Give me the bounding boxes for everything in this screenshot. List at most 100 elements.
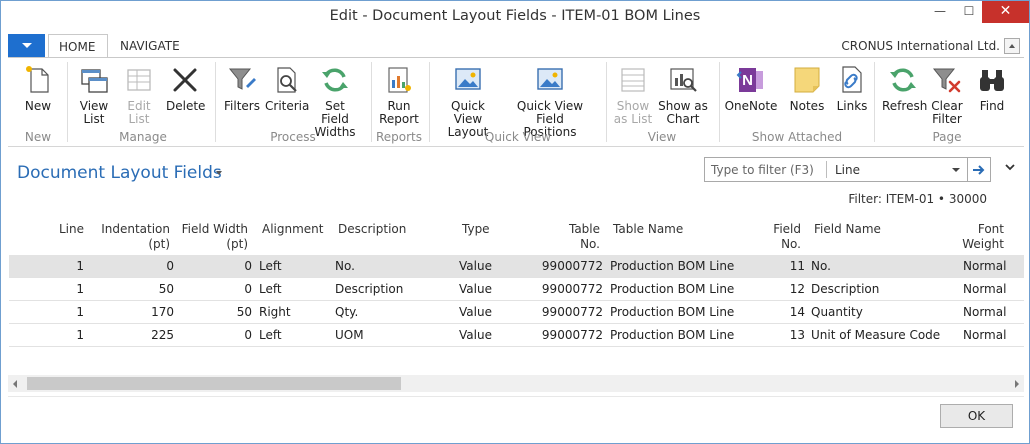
scroll-right-icon[interactable] <box>1015 380 1019 388</box>
set-field-widths-button[interactable]: Set Field Widths <box>310 64 360 139</box>
cell-table-name[interactable]: Production BOM Line <box>610 305 734 319</box>
column-header-field-width[interactable]: Field Width (pt) <box>178 222 248 252</box>
cell-field-width[interactable]: 0 <box>178 259 252 273</box>
cell-field-name[interactable]: Unit of Measure Code <box>811 328 940 342</box>
cell-table-no[interactable]: 99000772 <box>535 259 603 273</box>
cell-line[interactable]: 1 <box>48 305 84 319</box>
cell-field-no[interactable]: 13 <box>769 328 805 342</box>
tab-home[interactable]: HOME <box>48 34 108 58</box>
table-row[interactable]: 1 225 0 Left UOM Value 99000772 Producti… <box>9 324 1024 347</box>
column-header-type[interactable]: Type <box>462 222 512 237</box>
cell-font-weight[interactable]: Normal <box>963 305 1006 319</box>
cell-description[interactable]: UOM <box>335 328 364 342</box>
cell-table-name[interactable]: Production BOM Line <box>610 328 734 342</box>
show-as-list-button[interactable]: Show as List <box>613 64 653 126</box>
quick-view-layout-button[interactable]: Quick View Layout <box>436 64 500 139</box>
scrollbar-thumb[interactable] <box>27 377 401 390</box>
clear-filter-button[interactable]: Clear Filter <box>929 64 965 126</box>
view-list-button[interactable]: View List <box>76 64 112 126</box>
header-text: Table <box>568 222 600 236</box>
filters-button[interactable]: Filters <box>224 64 260 113</box>
cell-font-weight[interactable]: Normal <box>963 259 1006 273</box>
table-row[interactable]: 1 0 0 Left No. Value 99000772 Production… <box>9 255 1024 278</box>
close-button[interactable]: ✕ <box>982 1 1029 23</box>
chevron-down-icon[interactable] <box>216 171 222 175</box>
table-row[interactable]: 1 50 0 Left Description Value 99000772 P… <box>9 278 1024 301</box>
cell-line[interactable]: 1 <box>48 282 84 296</box>
cell-font-weight[interactable]: Normal <box>963 328 1006 342</box>
column-header-field-no[interactable]: Field No. <box>758 222 801 252</box>
cell-alignment[interactable]: Left <box>259 259 282 273</box>
expand-chevron-icon[interactable] <box>1004 162 1016 172</box>
cell-field-no[interactable]: 12 <box>769 282 805 296</box>
ok-button[interactable]: OK <box>940 404 1013 428</box>
cell-alignment[interactable]: Right <box>259 305 291 319</box>
cell-field-no[interactable]: 14 <box>769 305 805 319</box>
cell-description[interactable]: Description <box>335 282 403 296</box>
cell-description[interactable]: Qty. <box>335 305 358 319</box>
minimize-button[interactable]: — <box>926 1 954 23</box>
delete-button[interactable]: Delete <box>166 64 205 113</box>
criteria-button[interactable]: Criteria <box>265 64 309 113</box>
filter-search-box[interactable]: Type to filter (F3) Line <box>704 157 968 182</box>
application-menu-button[interactable] <box>8 34 45 57</box>
table-row[interactable]: 1 170 50 Right Qty. Value 99000772 Produ… <box>9 301 1024 324</box>
apply-filter-button[interactable] <box>967 157 991 182</box>
column-header-indentation[interactable]: Indentation (pt) <box>100 222 170 252</box>
cell-line[interactable]: 1 <box>48 259 84 273</box>
links-button[interactable]: Links <box>834 64 870 113</box>
cell-alignment[interactable]: Left <box>259 328 282 342</box>
show-as-chart-button[interactable]: Show as Chart <box>658 64 708 126</box>
filter-field-select[interactable]: Line <box>835 163 860 177</box>
cell-font-weight[interactable]: Normal <box>963 282 1006 296</box>
cell-alignment[interactable]: Left <box>259 282 282 296</box>
column-header-description[interactable]: Description <box>338 222 428 237</box>
column-header-table-no[interactable]: Table No. <box>538 222 600 252</box>
column-header-table-name[interactable]: Table Name <box>613 222 733 237</box>
cell-table-name[interactable]: Production BOM Line <box>610 259 734 273</box>
collapse-ribbon-button[interactable] <box>1004 38 1020 54</box>
cell-description[interactable]: No. <box>335 259 355 273</box>
quick-view-field-positions-button[interactable]: Quick View Field Positions <box>504 64 596 139</box>
cell-type[interactable]: Value <box>459 328 492 342</box>
cell-field-width[interactable]: 50 <box>178 305 252 319</box>
new-button[interactable]: New <box>22 64 54 113</box>
cell-field-name[interactable]: Quantity <box>811 305 863 319</box>
cell-table-name[interactable]: Production BOM Line <box>610 282 734 296</box>
cell-field-width[interactable]: 0 <box>178 328 252 342</box>
cell-indentation[interactable]: 0 <box>100 259 174 273</box>
onenote-button[interactable]: N OneNote <box>724 64 778 113</box>
column-header-line[interactable]: Line <box>48 222 84 237</box>
link-icon <box>836 64 868 96</box>
cell-line[interactable]: 1 <box>48 328 84 342</box>
page-title[interactable]: Document Layout Fields <box>17 163 222 183</box>
chevron-down-icon[interactable] <box>952 168 960 172</box>
maximize-button[interactable]: ☐ <box>955 1 983 23</box>
cell-field-no[interactable]: 11 <box>769 259 805 273</box>
tab-navigate[interactable]: NAVIGATE <box>110 34 190 58</box>
cell-type[interactable]: Value <box>459 282 492 296</box>
company-name: CRONUS International Ltd. <box>841 39 1000 53</box>
cell-indentation[interactable]: 225 <box>100 328 174 342</box>
cell-type[interactable]: Value <box>459 305 492 319</box>
cell-field-name[interactable]: No. <box>811 259 831 273</box>
cell-field-width[interactable]: 0 <box>178 282 252 296</box>
cell-field-name[interactable]: Description <box>811 282 879 296</box>
cell-indentation[interactable]: 50 <box>100 282 174 296</box>
refresh-button[interactable]: Refresh <box>882 64 927 113</box>
cell-table-no[interactable]: 99000772 <box>535 282 603 296</box>
column-header-font-weight[interactable]: Font Weight <box>958 222 1004 252</box>
cell-table-no[interactable]: 99000772 <box>535 305 603 319</box>
cell-indentation[interactable]: 170 <box>100 305 174 319</box>
column-header-alignment[interactable]: Alignment <box>262 222 332 237</box>
filter-input-placeholder[interactable]: Type to filter (F3) <box>711 163 814 177</box>
cell-table-no[interactable]: 99000772 <box>535 328 603 342</box>
horizontal-scrollbar[interactable] <box>8 375 1024 392</box>
scroll-left-icon[interactable] <box>13 380 17 388</box>
find-button[interactable]: Find <box>974 64 1010 113</box>
column-header-field-name[interactable]: Field Name <box>814 222 954 237</box>
edit-list-button[interactable]: Edit List <box>121 64 157 126</box>
cell-type[interactable]: Value <box>459 259 492 273</box>
run-report-button[interactable]: Run Report <box>378 64 420 126</box>
notes-button[interactable]: Notes <box>784 64 830 113</box>
